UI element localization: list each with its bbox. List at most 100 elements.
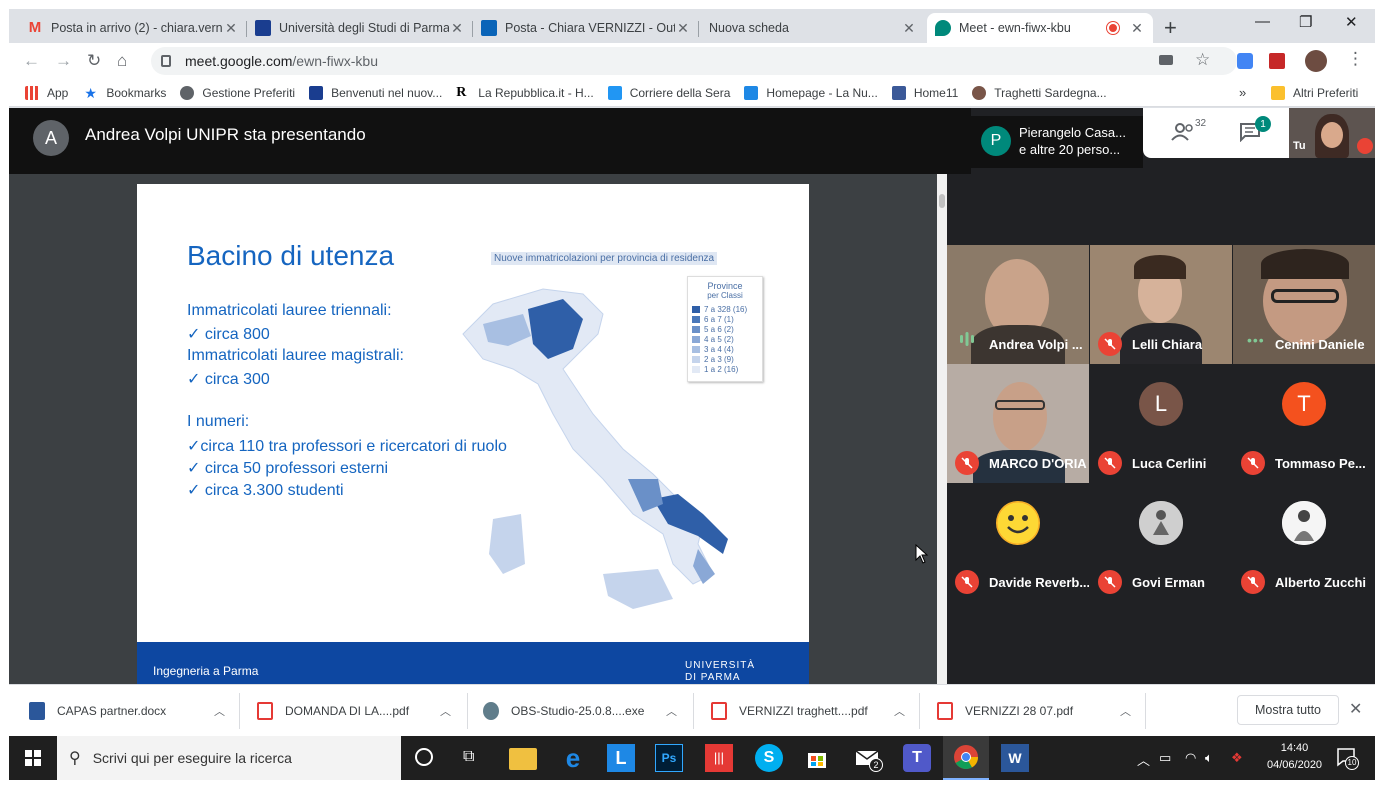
people-button[interactable]: 32: [1171, 118, 1206, 147]
bookmark-star-icon[interactable]: ☆: [1195, 50, 1210, 70]
traghetti-icon: [972, 85, 987, 100]
bookmark-gestione-preferiti[interactable]: Gestione Preferiti: [180, 85, 295, 100]
file-explorer-icon[interactable]: [509, 748, 537, 770]
forward-button[interactable]: →: [55, 51, 72, 71]
chrome-taskbar-button[interactable]: [943, 736, 989, 780]
new-tab-button[interactable]: +: [1164, 15, 1177, 41]
cortana-icon[interactable]: [415, 748, 433, 766]
participant-tile[interactable]: T Tommaso Pe...: [1233, 364, 1375, 483]
dropbox-icon[interactable]: ❖: [1231, 750, 1243, 766]
photoshop-icon[interactable]: Ps: [655, 744, 683, 772]
lync-icon[interactable]: L: [607, 744, 635, 772]
acrobat-extension-icon[interactable]: [1269, 53, 1285, 69]
wifi-icon[interactable]: ◠: [1185, 750, 1196, 766]
participant-tile[interactable]: Andrea Volpi ...: [947, 245, 1089, 364]
chevron-up-icon[interactable]: ︿: [666, 703, 677, 719]
scrollbar-thumb[interactable]: [939, 194, 945, 208]
download-item[interactable]: DOMANDA DI LA....pdf ︿: [257, 695, 451, 727]
tray-chevron-up-icon[interactable]: ︿: [1137, 750, 1150, 769]
participant-tile[interactable]: Alberto Zucchi: [1233, 483, 1375, 602]
legend-row: 2 a 3 (9): [688, 354, 762, 364]
download-item[interactable]: CAPAS partner.docx ︿: [29, 695, 225, 727]
tab-new[interactable]: Nuova scheda ✕: [701, 13, 925, 43]
profile-avatar[interactable]: [1305, 50, 1327, 72]
participant-tile[interactable]: Govi Erman: [1090, 483, 1232, 602]
speaking-icon: [959, 332, 975, 351]
battery-icon[interactable]: ▭: [1159, 750, 1171, 766]
tab-close-icon[interactable]: ✕: [901, 20, 917, 37]
windows-start-icon[interactable]: [25, 750, 41, 766]
tab-outlook[interactable]: Posta - Chiara VERNIZZI - Outl ✕: [473, 13, 699, 43]
bookmark-app[interactable]: App: [25, 85, 68, 100]
tab-gmail[interactable]: M Posta in arrivo (2) - chiara.verne ✕: [19, 13, 247, 43]
screen: M Posta in arrivo (2) - chiara.verne ✕ U…: [9, 9, 1375, 780]
chevron-up-icon[interactable]: ︿: [440, 703, 451, 719]
bookmarks-overflow-button[interactable]: »: [1239, 85, 1246, 100]
download-item[interactable]: VERNIZZI traghett....pdf ︿: [711, 695, 905, 727]
chat-badge: 1: [1255, 116, 1271, 132]
menu-icon[interactable]: ⋮: [1347, 49, 1364, 69]
chevron-up-icon[interactable]: ︿: [1120, 703, 1131, 719]
footer-right-text: UNIVERSITÀ DI PARMA: [685, 660, 756, 683]
taskbar-search-input[interactable]: ⚲ Scrivi qui per eseguire la ricerca: [57, 736, 401, 780]
notifications-icon[interactable]: 10: [1335, 746, 1359, 773]
edge-icon[interactable]: e: [559, 744, 587, 772]
download-item[interactable]: OBS-Studio-25.0.8....exe ︿: [483, 695, 677, 727]
self-view[interactable]: Tu: [1289, 108, 1375, 158]
address-bar[interactable]: meet.google.com/ewn-fiwx-kbu: [151, 47, 1237, 75]
participants-chip[interactable]: P Pierangelo Casa... e altre 20 perso...: [971, 116, 1143, 168]
participant-tile[interactable]: Lelli Chiara: [1090, 245, 1232, 364]
minimize-button[interactable]: —: [1255, 13, 1270, 30]
tab-close-icon[interactable]: ✕: [449, 20, 465, 37]
skype-icon[interactable]: S: [755, 744, 783, 772]
chat-button[interactable]: 1: [1239, 116, 1271, 147]
slide-line: ✓ circa 800: [187, 326, 270, 343]
tab-close-icon[interactable]: ✕: [1129, 20, 1145, 37]
exe-file-icon: [483, 702, 499, 720]
scrollbar[interactable]: [937, 174, 947, 684]
close-window-button[interactable]: ✕: [1345, 13, 1358, 31]
maximize-button[interactable]: ❐: [1299, 13, 1312, 31]
camera-icon[interactable]: [1159, 55, 1173, 65]
chevron-up-icon[interactable]: ︿: [214, 703, 225, 719]
participant-tile[interactable]: L Luca Cerlini: [1090, 364, 1232, 483]
mail-badge: 2: [869, 758, 883, 772]
reload-button[interactable]: ↻: [87, 51, 101, 71]
chevron-up-icon[interactable]: ︿: [894, 703, 905, 719]
participant-name: Cenini Daniele: [1275, 337, 1365, 352]
download-item[interactable]: VERNIZZI 28 07.pdf ︿: [937, 695, 1131, 727]
back-button[interactable]: ←: [23, 51, 40, 71]
bookmark-home11[interactable]: Home11: [891, 85, 958, 100]
bookmark-altri-preferiti[interactable]: Altri Preferiti: [1271, 85, 1358, 100]
tab-close-icon[interactable]: ✕: [223, 20, 239, 37]
tab-meet[interactable]: Meet - ewn-fiwx-kbu ✕: [927, 13, 1153, 43]
extension-icon[interactable]: [1237, 53, 1253, 69]
windows-taskbar: ⚲ Scrivi qui per eseguire la ricerca ⧉ e…: [9, 736, 1375, 780]
legend-row: 7 a 328 (16): [688, 304, 762, 314]
participant-tile[interactable]: MARCO D'ORIA: [947, 364, 1089, 483]
tab-close-icon[interactable]: ✕: [675, 20, 691, 37]
teams-icon[interactable]: T: [903, 744, 931, 772]
volume-icon[interactable]: 🔈︎: [1205, 750, 1213, 766]
store-icon[interactable]: [803, 744, 831, 772]
bookmark-benvenuti[interactable]: Benvenuti nel nuov...: [309, 85, 442, 100]
bookmark-bookmarks[interactable]: ★ Bookmarks: [84, 86, 166, 100]
participant-tile[interactable]: Davide Reverb...: [947, 483, 1089, 602]
app-red-icon[interactable]: |||: [705, 744, 733, 772]
url-path: /ewn-fiwx-kbu: [292, 53, 378, 69]
bookmark-repubblica[interactable]: R La Repubblica.it - H...: [456, 85, 593, 100]
word-icon[interactable]: W: [1001, 744, 1029, 772]
bookmark-traghetti[interactable]: Traghetti Sardegna...: [972, 85, 1107, 100]
bookmark-corriere[interactable]: Corriere della Sera: [607, 85, 730, 100]
task-view-icon[interactable]: ⧉: [463, 748, 474, 766]
mail-icon[interactable]: 2: [853, 744, 883, 772]
taskbar-clock[interactable]: 14:40 04/06/2020: [1267, 740, 1322, 774]
slide-line: ✓ circa 300: [187, 371, 270, 388]
bookmark-homepage[interactable]: Homepage - La Nu...: [744, 85, 878, 100]
map-legend: Province per Classi 7 a 328 (16) 6 a 7 (…: [687, 276, 763, 382]
tab-unipr[interactable]: Università degli Studi di Parma ✕: [247, 13, 473, 43]
home-button[interactable]: ⌂: [117, 51, 127, 71]
show-all-button[interactable]: Mostra tutto: [1237, 695, 1339, 725]
close-downloads-icon[interactable]: ✕: [1349, 699, 1362, 719]
participant-tile[interactable]: ••• Cenini Daniele: [1233, 245, 1375, 364]
